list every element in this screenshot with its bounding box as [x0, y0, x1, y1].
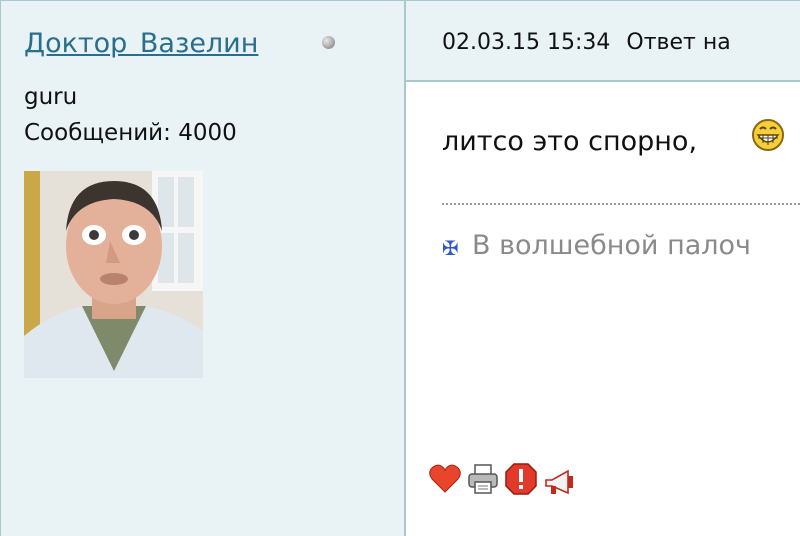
- post-date: 02.03.15 15:34: [442, 30, 611, 55]
- print-icon[interactable]: [466, 462, 500, 496]
- megaphone-icon[interactable]: [542, 466, 576, 500]
- grin-smiley-icon: [752, 119, 784, 151]
- author-name-link[interactable]: Доктор Вазелин: [24, 28, 258, 59]
- signature-text: В волшебной палоч: [472, 230, 751, 261]
- reply-link[interactable]: Ответ на: [626, 30, 730, 55]
- cross-icon: ✠: [442, 236, 459, 260]
- avatar[interactable]: [24, 171, 203, 378]
- panel-left-border: [0, 0, 1, 536]
- warning-icon[interactable]: [504, 462, 538, 496]
- panel-top-border: [0, 0, 406, 1]
- status-offline-icon: [322, 36, 335, 49]
- post-body-text: литсо это спорно,: [442, 126, 698, 157]
- post-meta: 02.03.15 15:34 Ответ на: [442, 30, 731, 55]
- signature-divider: [442, 203, 800, 205]
- post-header: 02.03.15 15:34 Ответ на: [406, 0, 800, 82]
- author-post-count: Сообщений: 4000: [24, 120, 237, 146]
- author-rank: guru: [24, 84, 78, 110]
- avatar-image: [24, 171, 203, 378]
- heart-icon[interactable]: [428, 462, 462, 496]
- author-panel: Доктор Вазелин guru Сообщений: 4000: [0, 0, 406, 536]
